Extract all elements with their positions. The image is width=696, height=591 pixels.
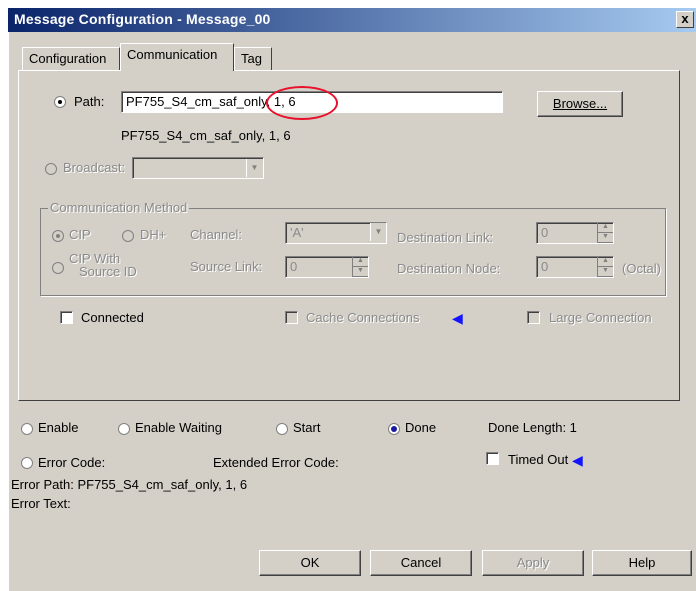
error-code-indicator: [21, 457, 33, 469]
source-link-spinner[interactable]: ▲ ▼: [352, 257, 368, 277]
connected-label: Connected: [81, 310, 144, 325]
extended-error-code-label: Extended Error Code:: [213, 455, 339, 470]
error-text-label: Error Text:: [11, 496, 71, 511]
help-button[interactable]: Help: [592, 550, 692, 576]
title-bar: Message Configuration - Message_00 x: [8, 8, 696, 32]
destination-link-label: Destination Link:: [397, 230, 494, 245]
apply-button[interactable]: Apply: [482, 550, 584, 576]
done-indicator: [388, 423, 400, 435]
cip-label: CIP: [69, 227, 91, 242]
start-indicator: [276, 423, 288, 435]
close-button[interactable]: x: [676, 11, 694, 28]
broadcast-label: Broadcast:: [63, 160, 126, 175]
connected-checkbox[interactable]: [60, 311, 73, 324]
cache-connections-checkbox[interactable]: [285, 311, 298, 324]
path-annotation-circle: [266, 86, 338, 120]
broadcast-radio[interactable]: [45, 163, 57, 175]
ok-button[interactable]: OK: [259, 550, 361, 576]
cache-connections-label: Cache Connections: [306, 310, 420, 325]
resolved-path-text: PF755_S4_cm_saf_only, 1, 6: [121, 128, 291, 143]
tab-tag[interactable]: Tag: [234, 47, 272, 71]
destination-node-label: Destination Node:: [397, 261, 501, 276]
path-radio[interactable]: [54, 96, 66, 108]
left-arrow-icon: ◀: [452, 310, 463, 326]
large-connection-checkbox[interactable]: [527, 311, 540, 324]
window-title: Message Configuration - Message_00: [14, 11, 271, 27]
channel-chevron-down-icon: ▼: [370, 223, 386, 241]
source-link-label: Source Link:: [190, 259, 263, 274]
enable-indicator: [21, 423, 33, 435]
enable-waiting-indicator: [118, 423, 130, 435]
cancel-button[interactable]: Cancel: [370, 550, 472, 576]
done-length-label: Done Length: 1: [488, 420, 577, 435]
chevron-down-icon: ▼: [246, 159, 262, 177]
timed-out-label: Timed Out: [508, 452, 569, 467]
channel-label: Channel:: [190, 227, 243, 242]
destination-node-spinner[interactable]: ▲ ▼: [597, 257, 613, 277]
browse-button[interactable]: Browse...: [537, 91, 623, 117]
source-id-label: Source ID: [79, 264, 137, 279]
error-code-label: Error Code:: [38, 455, 106, 470]
cip-radio[interactable]: [52, 230, 64, 242]
timed-out-arrow-icon: ◀: [572, 452, 583, 468]
destination-link-spinner[interactable]: ▲ ▼: [597, 223, 613, 243]
path-label: Path:: [74, 94, 105, 109]
dhplus-label: DH+: [140, 227, 167, 242]
large-connection-label: Large Connection: [549, 310, 652, 325]
timed-out-checkbox: [486, 452, 499, 465]
tab-configuration[interactable]: Configuration: [22, 47, 120, 71]
browse-button-label: Browse...: [552, 96, 608, 111]
tab-communication[interactable]: Communication: [120, 43, 234, 71]
start-label: Start: [293, 420, 321, 435]
dhplus-radio[interactable]: [122, 230, 134, 242]
cip-source-id-radio[interactable]: [52, 262, 64, 274]
communication-method-title: Communication Method: [48, 200, 190, 215]
octal-label: (Octal): [622, 261, 661, 276]
enable-label: Enable: [38, 420, 79, 435]
enable-waiting-label: Enable Waiting: [135, 420, 222, 435]
broadcast-select[interactable]: ▼: [132, 157, 264, 179]
done-label: Done: [405, 420, 437, 435]
error-path-text: Error Path: PF755_S4_cm_saf_only, 1, 6: [11, 477, 248, 492]
